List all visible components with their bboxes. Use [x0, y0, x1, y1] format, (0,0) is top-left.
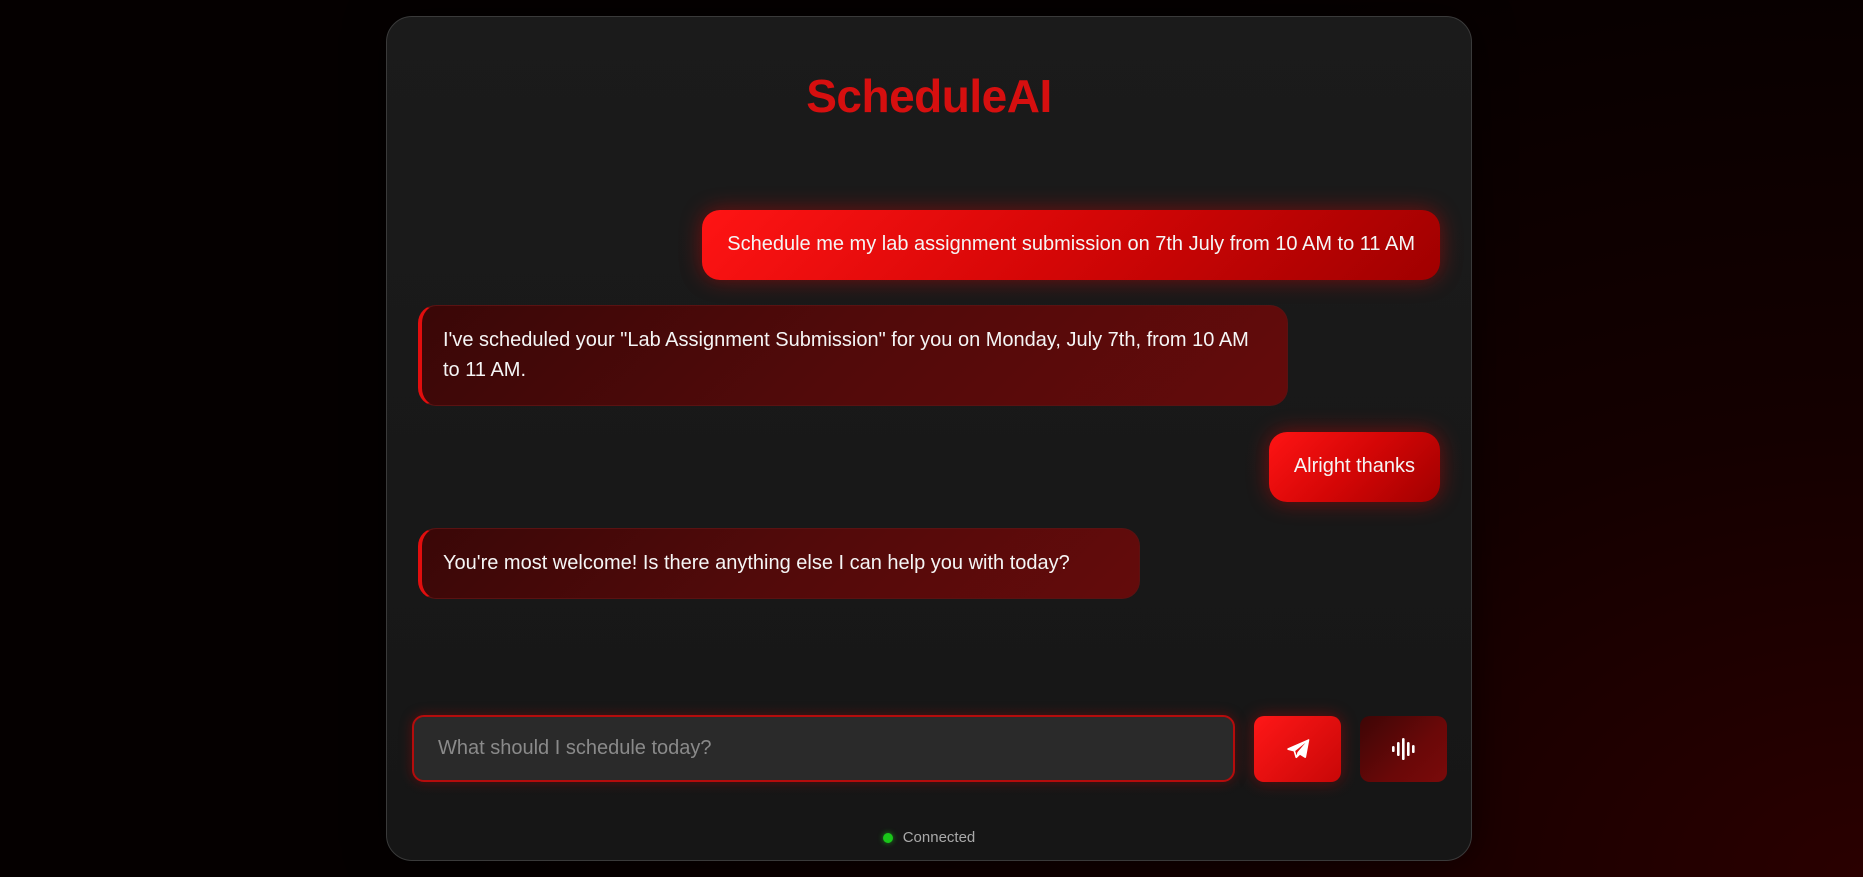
paper-plane-icon [1286, 739, 1309, 759]
voice-button[interactable] [1360, 716, 1447, 782]
status-text: Connected [902, 829, 976, 846]
status-indicator-icon [882, 832, 893, 843]
waveform-icon [1391, 738, 1415, 760]
chat-panel: ScheduleAI Schedule me my lab assignment… [386, 16, 1472, 861]
send-button[interactable] [1254, 716, 1341, 782]
user-message: Alright thanks [1268, 432, 1440, 502]
assistant-message: I've scheduled your "Lab Assignment Subm… [418, 305, 1288, 406]
connection-status: Connected [387, 829, 1471, 846]
app-title: ScheduleAI [806, 70, 1052, 122]
assistant-message: You're most welcome! Is there anything e… [418, 528, 1140, 599]
message-input-container [412, 715, 1235, 782]
message-input[interactable] [414, 717, 1233, 780]
user-message: Schedule me my lab assignment submission… [702, 210, 1440, 280]
